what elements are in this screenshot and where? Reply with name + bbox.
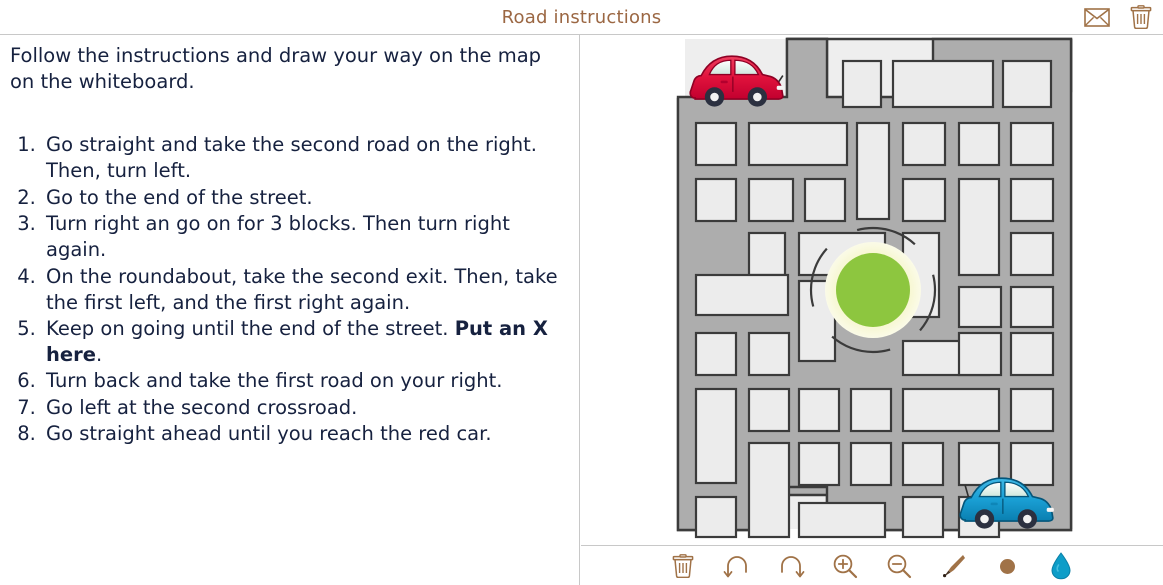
color-button[interactable] xyxy=(1045,550,1077,582)
mail-icon[interactable] xyxy=(1083,4,1111,30)
brush-icon xyxy=(943,555,965,578)
list-item: Go straight ahead until you reach the re… xyxy=(42,421,569,447)
list-item: Go left at the second crossroad. xyxy=(42,395,569,421)
trash-icon xyxy=(672,554,694,578)
road-map[interactable] xyxy=(581,35,1163,546)
list-item: Go straight and take the second road on … xyxy=(42,132,569,184)
undo-icon xyxy=(723,556,747,578)
headlight xyxy=(1046,507,1054,512)
roundabout-island xyxy=(836,253,910,327)
zoom-out-button[interactable] xyxy=(883,550,915,582)
dot-icon xyxy=(999,558,1015,574)
zoom-in-button[interactable] xyxy=(829,550,861,582)
instruction-text: Go left at the second crossroad. xyxy=(46,395,358,419)
zoom-in-icon xyxy=(833,554,858,579)
intro-text: Follow the instructions and draw your wa… xyxy=(10,44,542,93)
redo-icon xyxy=(781,556,805,578)
instruction-text: Turn right an go on for 3 blocks. Then t… xyxy=(46,212,510,262)
instruction-text: Keep on going until the end of the stree… xyxy=(46,316,455,340)
list-item: Keep on going until the end of the stree… xyxy=(42,316,569,368)
list-item: Go to the end of the street. xyxy=(42,185,569,211)
whiteboard-panel[interactable] xyxy=(581,35,1163,546)
app-header: Road instructions xyxy=(0,0,1163,35)
instruction-text: Go to the end of the street. xyxy=(46,185,313,209)
trash-icon[interactable] xyxy=(1127,4,1155,30)
door-handle xyxy=(990,502,998,506)
list-item: Turn back and take the first road on you… xyxy=(42,368,569,394)
door-handle xyxy=(720,80,728,84)
instruction-text: Go straight and take the second road on … xyxy=(46,133,537,183)
drawing-toolbar xyxy=(581,547,1163,585)
headlight xyxy=(776,85,784,90)
instructions-panel: Follow the instructions and draw your wa… xyxy=(0,35,580,585)
undo-button[interactable] xyxy=(721,550,753,582)
clear-button[interactable] xyxy=(667,550,699,582)
instruction-text: On the roundabout, take the second exit.… xyxy=(46,264,558,314)
instruction-tail: . xyxy=(95,342,103,366)
page-title: Road instructions xyxy=(501,7,662,28)
list-item: Turn right an go on for 3 blocks. Then t… xyxy=(42,211,569,263)
instruction-text: Go straight ahead until you reach the re… xyxy=(46,422,492,446)
instruction-text: Turn back and take the first road on you… xyxy=(46,369,503,393)
zoom-out-icon xyxy=(887,554,912,579)
list-item: On the roundabout, take the second exit.… xyxy=(42,264,569,316)
road-instructions-app: Road instructions Follow the instruction… xyxy=(0,0,1163,585)
brush-button[interactable] xyxy=(937,550,969,582)
instruction-list: Go straight and take the second road on … xyxy=(8,132,569,447)
brush-size-button[interactable] xyxy=(991,550,1023,582)
header-actions xyxy=(1083,4,1155,30)
redo-button[interactable] xyxy=(775,550,807,582)
water-drop-icon xyxy=(1051,552,1071,580)
